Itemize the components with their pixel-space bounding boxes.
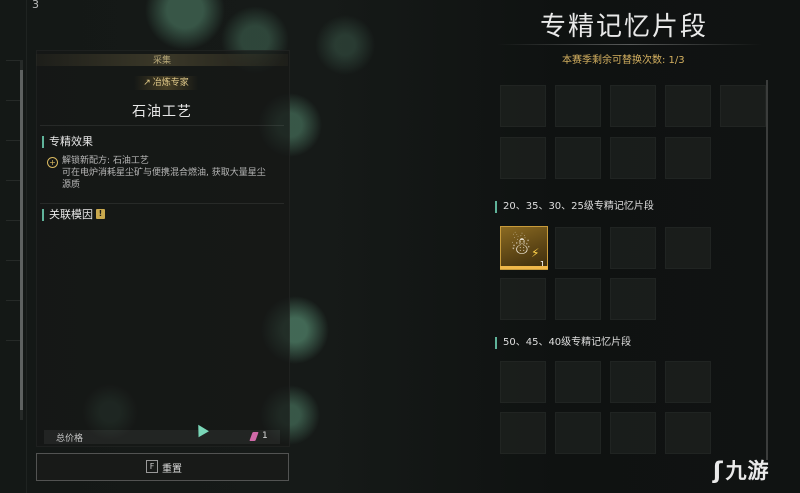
effect-line: 源质 [62,180,81,190]
fragment-slot[interactable] [665,137,711,179]
effect-section-title: 专精效果 [42,136,93,148]
fragment-slot[interactable] [610,227,656,269]
total-price-value: 1 [262,431,268,441]
fragment-slot[interactable] [500,137,546,179]
fragment-rarity-bar [500,266,548,269]
category-label: 采集 [152,56,171,66]
fragment-slot[interactable] [555,227,601,269]
plus-icon: + [47,157,58,168]
right-scrollbar[interactable] [766,80,768,460]
fragment-slot[interactable] [665,85,711,127]
fragment-slot[interactable] [610,85,656,127]
fragment-slot[interactable] [610,412,656,454]
effect-line: 解锁新配方: 石油工艺 [62,156,149,166]
fragment-slot[interactable] [720,85,766,127]
key-hint-f: F [146,460,158,473]
replace-count: 本赛季剩余可替换次数: 1/3 [562,55,685,66]
fragment-slot[interactable] [665,361,711,403]
memory-fragment-card[interactable]: ☃ ⚡ 1 [500,226,548,270]
fragment-slot[interactable] [500,412,546,454]
group-title-2: 50、45、40级专精记忆片段 [495,337,631,349]
fragment-slot[interactable] [665,227,711,269]
fragment-slot[interactable] [500,361,546,403]
total-price-label: 总价格 [56,434,84,444]
character-icon: ☃ [510,232,532,260]
fragment-slot[interactable] [555,85,601,127]
scrollbar-thumb[interactable] [20,70,23,410]
fragment-slot[interactable] [555,361,601,403]
specialist-label: 冶炼专家 [152,78,189,88]
page-title: 专精记忆片段 [540,12,709,42]
fragment-slot[interactable] [610,361,656,403]
title-underline [497,44,762,45]
divider [40,203,284,204]
fragment-slot[interactable] [500,85,546,127]
fragment-slot[interactable] [665,412,711,454]
skill-title: 石油工艺 [132,104,192,120]
fragment-slot[interactable] [610,278,656,320]
fragment-slot[interactable] [555,137,601,179]
top-number: 3 [32,0,39,11]
logo-text: 九游 [725,459,770,483]
divider [40,125,284,126]
specialist-badge: ↗ 冶炼专家 [134,76,198,90]
fragment-slot[interactable] [555,412,601,454]
effect-line: 可在电炉消耗星尘矿与便携混合燃油, 获取大量星尘 [62,168,266,178]
pickaxe-icon: ↗ [143,78,151,88]
effect-description: 解锁新配方: 石油工艺 可在电炉消耗星尘矿与便携混合燃油, 获取大量星尘 源质 [62,155,282,191]
fragment-slot[interactable] [555,278,601,320]
info-icon[interactable]: ! [96,209,105,219]
site-logo: ʃ九游 [713,455,770,485]
lightning-icon: ⚡ [531,246,540,260]
related-genes-title: 关联模因 [42,209,93,221]
fragment-slot[interactable] [500,278,546,320]
group-title-1: 20、35、30、25级专精记忆片段 [495,201,654,213]
logo-mark-icon: ʃ [713,458,724,484]
reset-label: 重置 [162,464,182,475]
fragment-slot[interactable] [610,137,656,179]
